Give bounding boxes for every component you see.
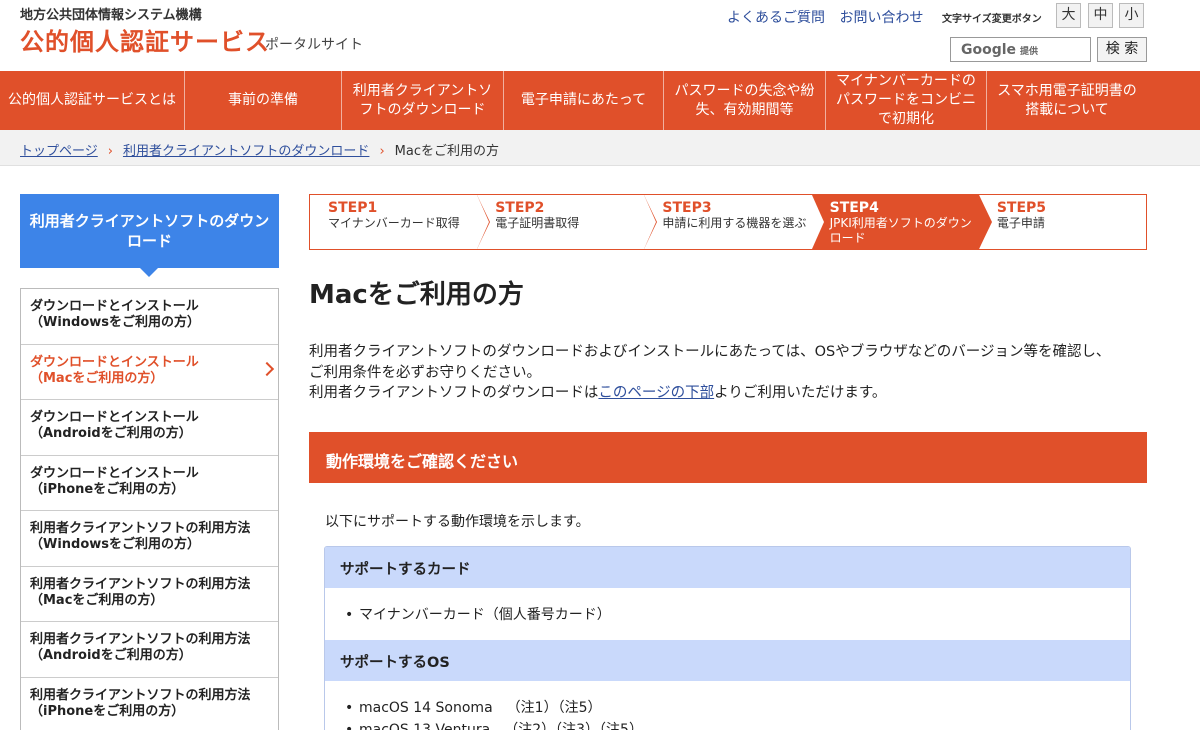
sidebar-item-usage-mac[interactable]: 利用者クライアントソフトの利用方法 （Macをご利用の方） bbox=[21, 567, 278, 622]
supported-card-list: マイナンバーカード（個人番号カード） bbox=[325, 588, 1130, 640]
sidebar-item-usage-windows[interactable]: 利用者クライアントソフトの利用方法 （Windowsをご利用の方） bbox=[21, 511, 278, 567]
nav-item-smartphone-certificate[interactable]: スマホ用電子証明書の搭載について bbox=[986, 71, 1147, 130]
supported-os-list: macOS 14 Sonoma（注1）（注5） macOS 13 Ventura… bbox=[325, 681, 1130, 730]
supported-os-heading: サポートするOS bbox=[325, 640, 1130, 681]
sidebar-item-install-iphone[interactable]: ダウンロードとインストール （iPhoneをご利用の方） bbox=[21, 456, 278, 511]
nav-item-about[interactable]: 公的個人認証サービスとは bbox=[0, 71, 184, 130]
step-3[interactable]: STEP3 申請に利用する機器を選ぶ bbox=[644, 195, 825, 249]
list-item: マイナンバーカード（個人番号カード） bbox=[345, 604, 1110, 626]
nav-item-client-download[interactable]: 利用者クライアントソフトのダウンロード bbox=[341, 71, 503, 130]
sidebar-item-install-windows[interactable]: ダウンロードとインストール （Windowsをご利用の方） bbox=[21, 289, 278, 345]
sidebar-item-usage-iphone[interactable]: 利用者クライアントソフトの利用方法 （iPhoneをご利用の方） bbox=[21, 678, 278, 730]
page-title: Macをご利用の方 bbox=[309, 280, 524, 310]
fontsize-label: 文字サイズ変更ボタン bbox=[942, 14, 1042, 25]
breadcrumb-client-download[interactable]: 利用者クライアントソフトのダウンロード bbox=[123, 144, 369, 159]
portal-label: ポータルサイト bbox=[265, 37, 363, 53]
sidebar-menu: ダウンロードとインストール （Windowsをご利用の方） ダウンロードとインス… bbox=[20, 288, 279, 730]
nav-item-preparation[interactable]: 事前の準備 bbox=[184, 71, 341, 130]
supported-card-heading: サポートするカード bbox=[325, 547, 1130, 588]
section-lead: 以下にサポートする動作環境を示します。 bbox=[325, 514, 590, 530]
nav-item-password-loss[interactable]: パスワードの失念や紛失、有効期間等 bbox=[663, 71, 825, 130]
contact-link[interactable]: お問い合わせ bbox=[839, 10, 923, 26]
sidebar-item-install-android[interactable]: ダウンロードとインストール （Androidをご利用の方） bbox=[21, 400, 278, 456]
list-item: macOS 14 Sonoma（注1）（注5） bbox=[345, 697, 1110, 719]
breadcrumb-separator: › bbox=[379, 144, 385, 159]
step-1[interactable]: STEP1 マイナンバーカード取得 bbox=[310, 195, 491, 249]
google-logo: Google 提供 bbox=[961, 42, 1039, 58]
step-5[interactable]: STEP5 電子申請 bbox=[979, 195, 1146, 249]
nav-item-password-reset-convenience[interactable]: マイナンバーカードのパスワードをコンビニで初期化 bbox=[825, 71, 986, 130]
intro-text: 利用者クライアントソフトのダウンロードおよびインストールにあたっては、OSやブラ… bbox=[309, 344, 1111, 401]
search-button[interactable]: 検 索 bbox=[1097, 37, 1147, 62]
sidebar-item-install-mac[interactable]: ダウンロードとインストール （Macをご利用の方） bbox=[21, 345, 278, 400]
sidebar-item-usage-android[interactable]: 利用者クライアントソフトの利用方法 （Androidをご利用の方） bbox=[21, 622, 278, 678]
nav-item-e-application[interactable]: 電子申請にあたって bbox=[503, 71, 663, 130]
support-environment-box: サポートするカード マイナンバーカード（個人番号カード） サポートするOS ma… bbox=[324, 546, 1131, 730]
breadcrumb-top[interactable]: トップページ bbox=[20, 144, 98, 159]
fontsize-large-button[interactable]: 大 bbox=[1056, 3, 1081, 28]
sidebar-heading[interactable]: 利用者クライアントソフトのダウンロード bbox=[20, 194, 279, 268]
sidebar-heading-arrow bbox=[140, 268, 158, 277]
search-input[interactable]: Google 提供 bbox=[950, 37, 1091, 62]
organization-name: 地方公共団体情報システム機構 bbox=[20, 8, 202, 23]
site-logo-title[interactable]: 公的個人認証サービス bbox=[20, 22, 270, 57]
breadcrumb-current: Macをご利用の方 bbox=[394, 144, 499, 159]
site-header: 地方公共団体情報システム機構 公的個人認証サービス ポータルサイト よくあるご質… bbox=[0, 0, 1200, 71]
list-item: macOS 13 Ventura（注2）（注3）（注5） bbox=[345, 719, 1110, 730]
breadcrumb-separator: › bbox=[107, 144, 113, 159]
global-nav: 公的個人認証サービスとは 事前の準備 利用者クライアントソフトのダウンロード 電… bbox=[0, 71, 1200, 130]
step-4-current[interactable]: STEP4 JPKI利用者ソフトのダウンロード bbox=[811, 195, 992, 249]
fontsize-small-button[interactable]: 小 bbox=[1119, 3, 1144, 28]
breadcrumb: トップページ › 利用者クライアントソフトのダウンロード › Macをご利用の方 bbox=[0, 130, 1200, 166]
page-bottom-link[interactable]: このページの下部 bbox=[598, 385, 714, 401]
fontsize-medium-button[interactable]: 中 bbox=[1088, 3, 1113, 28]
step-2[interactable]: STEP2 電子証明書取得 bbox=[477, 195, 658, 249]
step-progress: STEP1 マイナンバーカード取得 STEP2 電子証明書取得 STEP3 申請… bbox=[309, 194, 1147, 250]
section-heading: 動作環境をご確認ください bbox=[309, 432, 1147, 483]
top-links: よくあるご質問 お問い合わせ bbox=[727, 7, 933, 27]
faq-link[interactable]: よくあるご質問 bbox=[727, 10, 825, 26]
